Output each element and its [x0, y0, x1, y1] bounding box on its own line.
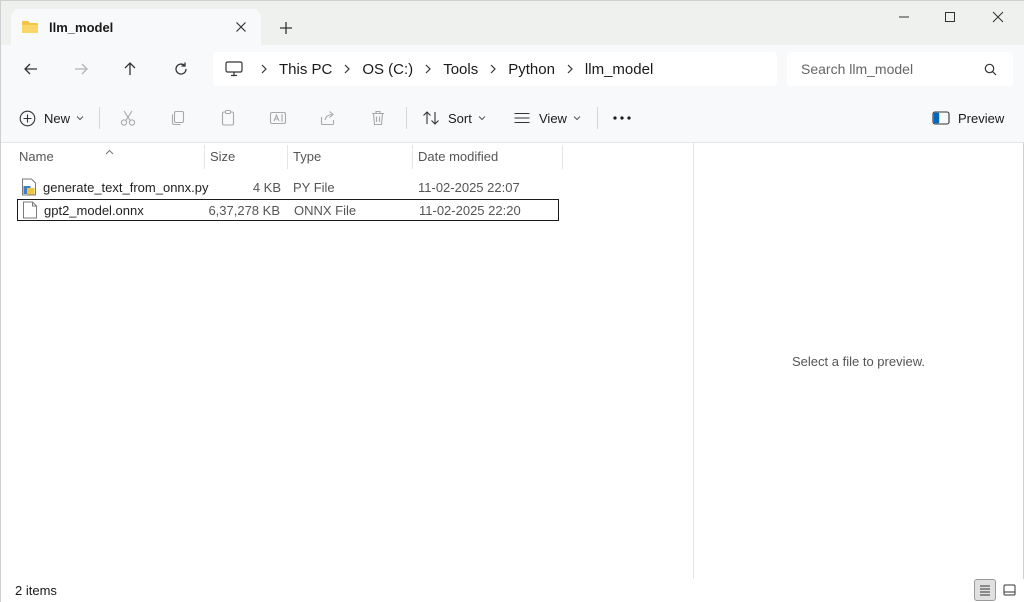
- search-icon[interactable]: [979, 58, 1001, 80]
- breadcrumb-python[interactable]: Python: [504, 61, 559, 78]
- breadcrumb-chevron-icon[interactable]: [417, 64, 439, 74]
- breadcrumb-chevron-icon[interactable]: [253, 64, 275, 74]
- tiles-view-icon: [1003, 584, 1015, 596]
- breadcrumb-llm-model[interactable]: llm_model: [581, 61, 657, 78]
- view-button-label: View: [539, 110, 567, 126]
- sort-button[interactable]: Sort: [422, 103, 486, 133]
- search-box[interactable]: [787, 52, 1013, 86]
- item-count: 2 items: [15, 583, 57, 598]
- share-icon: [320, 111, 335, 126]
- column-header-size-label: Size: [210, 148, 236, 164]
- file-list: Name Size Type Date modified generate_te…: [1, 143, 693, 579]
- this-pc-icon[interactable]: [225, 59, 245, 79]
- sort-button-label: Sort: [448, 110, 472, 126]
- table-row-selected[interactable]: gpt2_model.onnx 6,37,278 KB ONNX File 11…: [17, 199, 559, 221]
- file-size: 4 KB: [252, 179, 281, 195]
- copy-button[interactable]: [169, 103, 187, 133]
- more-dots-icon: [613, 116, 631, 120]
- view-lines-icon: [514, 112, 530, 124]
- column-header-date-modified[interactable]: Date modified: [412, 143, 562, 169]
- chevron-down-icon: [478, 115, 486, 121]
- preview-pane-icon: [932, 111, 950, 125]
- column-header-type-label: Type: [293, 148, 322, 164]
- share-button[interactable]: [319, 103, 337, 133]
- rename-button[interactable]: [269, 103, 287, 133]
- more-options-button[interactable]: [612, 103, 632, 133]
- preview-empty-message: Select a file to preview.: [792, 353, 925, 369]
- up-arrow-icon[interactable]: [114, 53, 146, 85]
- details-view-icon: [980, 585, 990, 596]
- column-divider[interactable]: [562, 145, 563, 169]
- file-name: gpt2_model.onnx: [44, 202, 144, 218]
- cut-button[interactable]: [119, 103, 137, 133]
- chevron-down-icon: [573, 115, 581, 121]
- toolbar-divider: [406, 107, 407, 129]
- column-header-date-label: Date modified: [418, 148, 499, 164]
- scissors-icon: [120, 110, 136, 126]
- file-name-cell: generate_text_from_onnx.py: [21, 177, 209, 197]
- trash-icon: [372, 110, 384, 126]
- column-header-type[interactable]: Type: [287, 143, 412, 169]
- navigation-bar: This PC OS (C:) Tools Python llm_model: [1, 45, 1024, 93]
- clipboard-icon: [221, 109, 235, 126]
- back-arrow-icon[interactable]: [15, 53, 47, 85]
- copy-icon: [171, 110, 185, 126]
- tiles-view-toggle[interactable]: [998, 579, 1020, 601]
- python-file-icon: [22, 178, 36, 196]
- chevron-down-icon: [76, 115, 84, 121]
- new-button[interactable]: New: [19, 103, 84, 133]
- breadcrumb-chevron-icon[interactable]: [482, 64, 504, 74]
- toolbar-divider: [99, 107, 100, 129]
- column-header-name[interactable]: Name: [13, 143, 203, 169]
- status-bar: 2 items: [1, 579, 1024, 602]
- preview-pane: Select a file to preview.: [693, 143, 1023, 579]
- rename-icon: [269, 111, 287, 125]
- command-bar: New Sort View Preview: [1, 93, 1024, 143]
- file-date-modified: 11-02-2025 22:20: [419, 202, 521, 218]
- toolbar-divider: [597, 107, 598, 129]
- tab-title: llm_model: [49, 19, 114, 35]
- minimize-icon[interactable]: [881, 1, 927, 33]
- address-bar[interactable]: This PC OS (C:) Tools Python llm_model: [213, 52, 777, 86]
- file-size: 6,37,278 KB: [208, 202, 280, 218]
- file-name-cell: gpt2_model.onnx: [22, 200, 144, 220]
- new-button-label: New: [44, 110, 71, 126]
- window-close-icon[interactable]: [975, 1, 1021, 33]
- breadcrumb-this-pc[interactable]: This PC: [275, 61, 336, 78]
- tab-close-icon[interactable]: [227, 13, 255, 41]
- preview-button[interactable]: Preview: [932, 103, 1004, 133]
- view-button[interactable]: View: [513, 103, 581, 133]
- details-view-toggle[interactable]: [974, 579, 996, 601]
- refresh-icon[interactable]: [165, 53, 197, 85]
- column-headers: Name Size Type Date modified: [1, 143, 693, 169]
- table-row[interactable]: generate_text_from_onnx.py 4 KB PY File …: [17, 177, 559, 199]
- breadcrumb-tools[interactable]: Tools: [439, 61, 482, 78]
- paste-button[interactable]: [219, 103, 237, 133]
- maximize-icon[interactable]: [927, 1, 973, 33]
- file-date-modified: 11-02-2025 22:07: [418, 179, 520, 195]
- file-name: generate_text_from_onnx.py: [43, 179, 209, 195]
- sort-arrows-icon: [423, 111, 439, 125]
- preview-button-label: Preview: [958, 110, 1005, 126]
- delete-button[interactable]: [369, 103, 387, 133]
- title-bar: llm_model: [1, 1, 1024, 45]
- file-explorer-window: llm_model This PC OS (C:) Tools Python l…: [0, 0, 1024, 602]
- generic-file-icon: [23, 201, 37, 219]
- search-input[interactable]: [801, 61, 971, 77]
- tab-llm-model[interactable]: llm_model: [11, 9, 261, 45]
- new-tab-plus-icon[interactable]: [273, 15, 299, 41]
- column-header-name-label: Name: [19, 148, 54, 164]
- folder-icon: [22, 21, 38, 33]
- forward-arrow-icon[interactable]: [65, 53, 97, 85]
- breadcrumb-chevron-icon[interactable]: [559, 64, 581, 74]
- file-type: ONNX File: [294, 202, 357, 218]
- breadcrumb-chevron-icon[interactable]: [336, 64, 358, 74]
- breadcrumb-os-c[interactable]: OS (C:): [358, 61, 417, 78]
- column-header-size[interactable]: Size: [204, 143, 287, 169]
- add-circle-icon: [19, 110, 36, 126]
- file-type: PY File: [293, 179, 335, 195]
